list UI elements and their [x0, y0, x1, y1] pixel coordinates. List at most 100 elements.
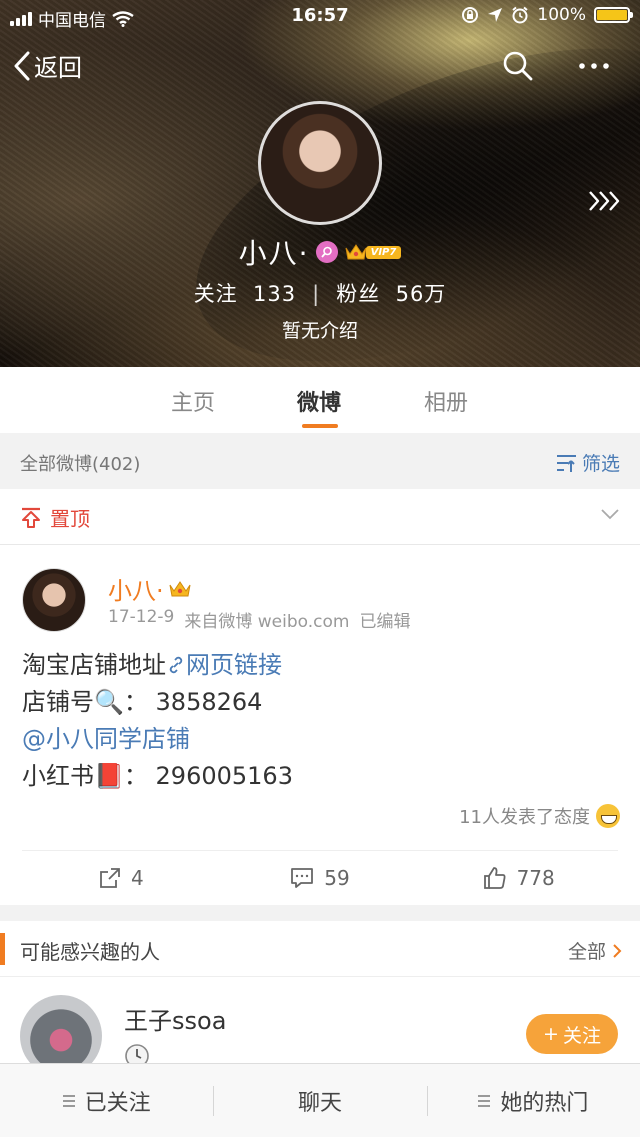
- back-button[interactable]: 返回: [14, 48, 82, 83]
- like-count: 778: [516, 866, 555, 890]
- profile-header: 中国电信 16:57 100% 返回 小八· VIP7 关注 133 | 粉丝 …: [0, 0, 640, 367]
- battery-level: [597, 10, 627, 20]
- chat-button[interactable]: 聊天: [213, 1064, 426, 1137]
- more-icon[interactable]: [574, 48, 614, 84]
- chevron-down-icon[interactable]: [600, 507, 620, 521]
- filter-label: 筛选: [581, 453, 620, 475]
- pinned-label-row: 置顶: [20, 503, 90, 532]
- post-edited: 已编辑: [359, 612, 411, 632]
- stats-divider: |: [312, 282, 321, 306]
- bottom-action-bar: 已关注 聊天 她的热门: [0, 1063, 640, 1137]
- post-author-name: 小八·: [108, 577, 164, 605]
- following-count: 133: [253, 282, 297, 306]
- chat-label: 聊天: [297, 1090, 342, 1116]
- verified-search-badge-icon[interactable]: [315, 241, 338, 263]
- post-meta: 17-12-9 来自微博 weibo.com 已编辑: [108, 607, 410, 632]
- like-button[interactable]: 778: [419, 851, 618, 905]
- link-icon: [169, 656, 183, 674]
- post-line: 小红书📕： 296005163: [22, 758, 622, 795]
- profile-tabs: 主页 微博 相册: [0, 367, 640, 433]
- profile-avatar[interactable]: [258, 101, 382, 225]
- status-bar: 中国电信 16:57 100%: [0, 0, 640, 34]
- reactions-label: 11人发表了态度: [459, 807, 590, 828]
- see-all-button[interactable]: 全部: [568, 937, 622, 964]
- post-date: 17-12-9: [108, 607, 175, 627]
- repost-icon: [100, 868, 120, 888]
- followers-label: 粉丝: [336, 282, 381, 306]
- post-source: 来自微博 weibo.com: [184, 612, 350, 632]
- comment-icon: [291, 868, 314, 888]
- chevron-left-icon: [14, 51, 30, 80]
- suggested-user: 王子ssoa + 关注: [0, 977, 640, 1077]
- post-text: 淘宝店铺地址: [22, 651, 166, 679]
- post-line: 淘宝店铺地址 网页链接: [22, 647, 622, 684]
- profile-bio: 暂无介绍: [281, 320, 358, 342]
- crown-icon: [345, 244, 367, 260]
- suggestions-title: 可能感兴趣的人: [20, 940, 160, 964]
- suggested-user-name[interactable]: 王子ssoa: [124, 1001, 226, 1036]
- suggestions-header: 可能感兴趣的人 全部: [0, 921, 640, 977]
- following-stat[interactable]: 关注 133: [194, 282, 296, 306]
- vip-badge[interactable]: VIP7: [344, 242, 402, 262]
- post-line: @小八同学店铺: [22, 721, 622, 758]
- her-hot-label: 她的热门: [500, 1090, 589, 1116]
- see-all-label: 全部: [567, 941, 606, 963]
- reactions-summary[interactable]: 11人发表了态度: [459, 803, 620, 829]
- follow-button[interactable]: + 关注: [526, 1014, 618, 1054]
- status-right: 100%: [461, 5, 633, 25]
- repost-button[interactable]: 4: [22, 851, 221, 905]
- comment-button[interactable]: 59: [221, 851, 420, 905]
- post-text: 296005163: [155, 762, 293, 790]
- comment-count: 59: [324, 866, 350, 890]
- followed-label: 已关注: [84, 1090, 151, 1116]
- profile-name: 小八·: [238, 237, 310, 270]
- search-icon[interactable]: [500, 48, 536, 84]
- thumbs-up-icon: [483, 867, 506, 889]
- tab-album[interactable]: 相册: [424, 385, 468, 417]
- location-icon: [488, 8, 503, 22]
- post-line: 店铺号🔍： 3858264: [22, 684, 622, 721]
- tab-weibo[interactable]: 微博: [297, 385, 341, 417]
- followers-stat[interactable]: 粉丝 56万: [336, 282, 446, 306]
- all-posts-count: 全部微博(402): [20, 454, 141, 475]
- alarm-icon: [512, 6, 529, 24]
- mention-link[interactable]: @小八同学店铺: [22, 725, 190, 753]
- battery-percent: 100%: [537, 5, 586, 25]
- filter-button[interactable]: 筛选: [556, 449, 620, 476]
- chevron-right-icon: [613, 943, 622, 958]
- tab-home[interactable]: 主页: [171, 385, 215, 417]
- section-accent-bar: [0, 933, 5, 965]
- following-label: 关注: [193, 282, 238, 306]
- post-text: 小红书📕：: [22, 762, 148, 790]
- follow-label: 关注: [562, 1024, 601, 1047]
- post-body: 淘宝店铺地址 网页链接 店铺号🔍： 3858264 @小八同学店铺 小红书📕： 2…: [22, 647, 622, 795]
- crown-icon: [169, 580, 191, 596]
- post-actions: 4 59 778: [22, 850, 618, 905]
- nav-bar: 返回: [0, 44, 640, 88]
- followed-button[interactable]: 已关注: [0, 1064, 213, 1137]
- post-author[interactable]: 小八·: [108, 571, 192, 606]
- web-link[interactable]: 网页链接: [166, 651, 282, 679]
- post-author-avatar[interactable]: [22, 568, 86, 632]
- back-label: 返回: [34, 54, 82, 82]
- pinned-label: 置顶: [50, 507, 90, 531]
- weibo-post: 小八· 17-12-9 来自微博 weibo.com 已编辑 淘宝店铺地址 网页链…: [0, 545, 640, 905]
- filter-bar: 全部微博(402) 筛选: [0, 433, 640, 489]
- menu-icon: [62, 1094, 75, 1107]
- post-text: 3858264: [155, 688, 263, 716]
- post-text: 店铺号🔍：: [22, 688, 148, 716]
- battery-icon: [594, 7, 633, 23]
- pinned-header: 置顶: [0, 489, 640, 545]
- filter-icon: [556, 454, 576, 472]
- vip-level: VIP7: [365, 245, 402, 259]
- followers-count: 56万: [395, 282, 447, 306]
- active-tab-indicator: [302, 424, 338, 428]
- double-chevron-right-icon[interactable]: [586, 186, 622, 216]
- rotation-lock-icon: [462, 7, 479, 23]
- web-link-label: 网页链接: [186, 651, 282, 679]
- laughing-emoji-icon: [596, 804, 620, 828]
- menu-icon: [478, 1094, 491, 1107]
- her-hot-button[interactable]: 她的热门: [426, 1064, 640, 1137]
- profile-stats: 关注 133 | 粉丝 56万: [0, 278, 640, 308]
- plus-icon: +: [543, 1023, 559, 1045]
